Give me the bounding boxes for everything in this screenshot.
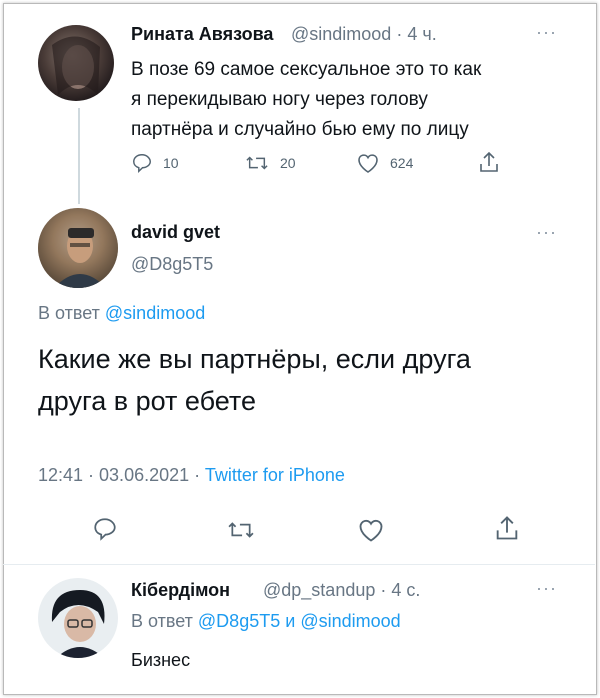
like-button[interactable]: 624 xyxy=(356,152,413,174)
reply-prefix: В ответ xyxy=(38,303,100,323)
share-button[interactable] xyxy=(494,514,520,542)
reply-context: В ответ @sindimood xyxy=(38,303,205,324)
handle-time[interactable]: @dp_standup · 4 с. xyxy=(263,580,420,601)
handle-time[interactable]: @sindimood · 4 ч. xyxy=(291,24,437,45)
author-handle[interactable]: @D8g5T5 xyxy=(131,254,213,275)
avatar[interactable] xyxy=(38,25,114,101)
share-icon xyxy=(496,516,518,540)
source-link[interactable]: Twitter for iPhone xyxy=(205,465,345,485)
portrait-image xyxy=(52,36,100,95)
reply-prefix: В ответ xyxy=(131,611,193,631)
author-name[interactable]: david gvet xyxy=(131,222,220,243)
reply-button[interactable] xyxy=(92,516,118,542)
tweet-text: Бизнес xyxy=(131,650,191,670)
avatar[interactable] xyxy=(38,578,118,658)
retweet-icon xyxy=(228,522,254,538)
more-options-icon[interactable]: ··· xyxy=(536,578,557,599)
like-count: 624 xyxy=(390,155,414,171)
heart-icon xyxy=(359,519,383,542)
retweet-icon xyxy=(246,156,268,170)
mention-link[interactable]: @D8g5T5 xyxy=(198,611,280,631)
divider xyxy=(3,564,595,565)
heart-icon xyxy=(358,154,378,173)
share-icon xyxy=(480,151,498,172)
tweet-text-line: Какие же вы партнёры, если друга xyxy=(38,344,471,374)
reply-context: В ответ @D8g5T5 и @sindimood xyxy=(131,611,401,632)
reply-icon xyxy=(133,154,151,173)
mention-conjunction: и xyxy=(285,611,296,631)
portrait-image xyxy=(51,590,105,658)
tweet-text-line: я перекидываю ногу через голову xyxy=(131,89,428,110)
thread-line xyxy=(78,108,80,204)
avatar[interactable] xyxy=(38,208,118,288)
retweet-button[interactable] xyxy=(226,517,256,543)
tweet-text-line: партнёра и случайно бью ему по лицу xyxy=(131,119,469,140)
tweet-text: В позе 69 самое сексуальное это то как я… xyxy=(131,55,481,145)
more-options-icon[interactable]: ··· xyxy=(536,222,557,243)
tweet-text-line: друга в рот ебете xyxy=(38,386,256,416)
tweet-text-line: В позе 69 самое сексуальное это то как xyxy=(131,59,482,80)
timestamp-line: 12:41 · 03.06.2021 · Twitter for iPhone xyxy=(38,465,345,486)
mention-link[interactable]: @sindimood xyxy=(105,303,205,323)
reply-icon xyxy=(94,518,116,541)
retweet-button[interactable]: 20 xyxy=(244,152,296,174)
reply-button[interactable]: 10 xyxy=(131,152,179,174)
portrait-image xyxy=(38,208,118,288)
tweet-text: Какие же вы партнёры, если друга друга в… xyxy=(38,338,471,422)
mention-link[interactable]: @sindimood xyxy=(300,611,400,631)
reply-count: 10 xyxy=(163,155,179,171)
timestamp[interactable]: 12:41 · 03.06.2021 · xyxy=(38,465,200,485)
author-name[interactable]: Кібердімон xyxy=(131,580,230,601)
retweet-count: 20 xyxy=(280,155,296,171)
author-name[interactable]: Рината Авязова xyxy=(131,24,273,45)
share-button[interactable] xyxy=(478,150,500,174)
more-options-icon[interactable]: ··· xyxy=(536,22,557,43)
like-button[interactable] xyxy=(357,517,385,543)
